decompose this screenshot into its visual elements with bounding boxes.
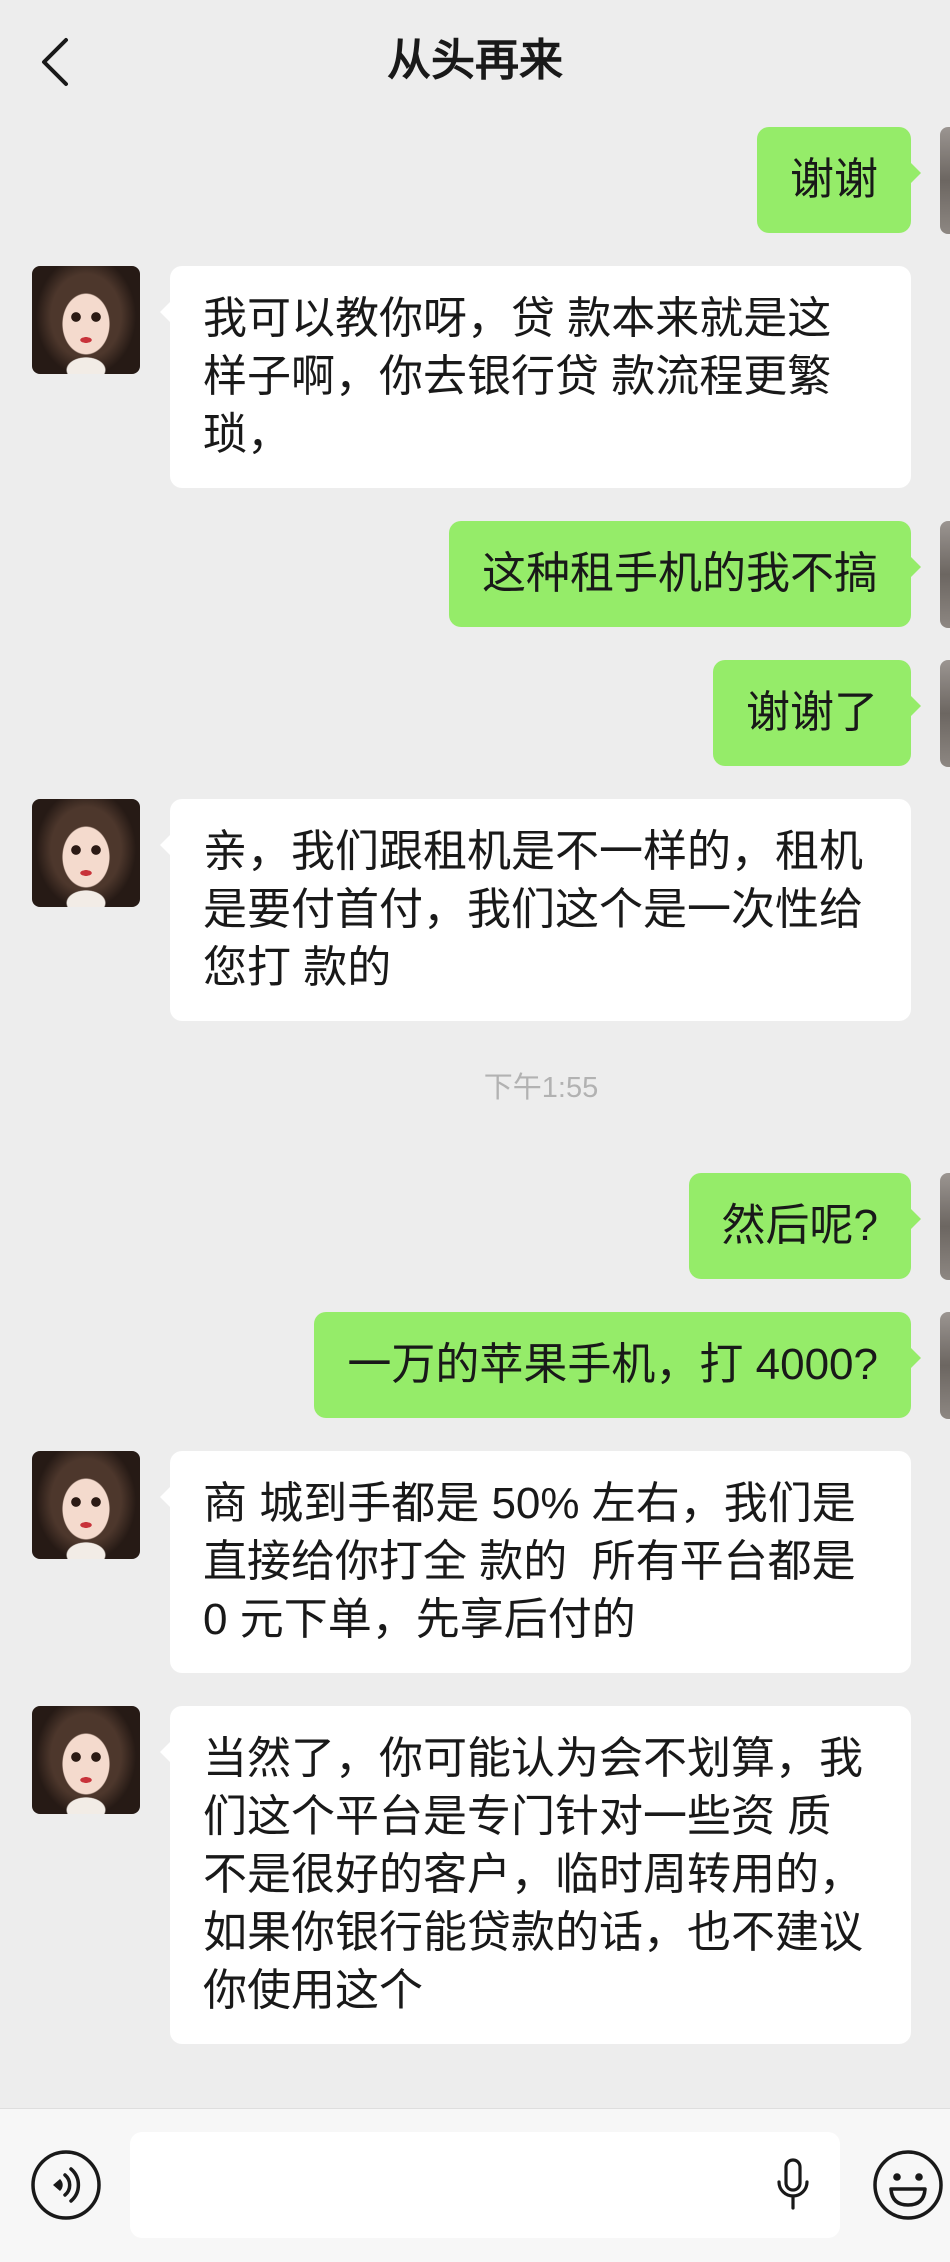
contact-avatar[interactable] [32, 1706, 140, 1814]
message-line: 亲，我们跟租机是不一样的，租机 [203, 827, 863, 876]
bubble-tail [911, 1209, 931, 1229]
message-line: 们这个平台是专门针对一些资 质 [203, 1792, 832, 1841]
message-line: 直接给你打全 款的 所有平台都是 [203, 1537, 856, 1586]
message-line: 这种租手机的我不搞 [482, 549, 878, 598]
message-row-outgoing: 然后呢? [0, 1173, 950, 1280]
message-line: 琐， [203, 410, 291, 459]
message-bubble[interactable]: 谢谢 [757, 127, 921, 233]
bubble-tail [150, 1742, 170, 1762]
input-bar [0, 2108, 950, 2262]
bubble-tail [150, 1487, 170, 1507]
message-line: 您打 款的 [203, 943, 392, 992]
my-avatar[interactable] [940, 1173, 950, 1280]
message-bubble[interactable]: 商 城到手都是 50% 左右，我们是 直接给你打全 款的 所有平台都是 0 元下… [160, 1451, 911, 1673]
message-bubble[interactable]: 当然了，你可能认为会不划算，我 们这个平台是专门针对一些资 质 不是很好的客户，… [160, 1706, 911, 2044]
emoji-button[interactable] [871, 2148, 945, 2222]
message-bubble[interactable]: 谢谢了 [713, 660, 921, 766]
message-line: 当然了，你可能认为会不划算，我 [203, 1734, 863, 1783]
message-row-incoming: 当然了，你可能认为会不划算，我 们这个平台是专门针对一些资 质 不是很好的客户，… [0, 1706, 950, 2044]
emoji-icon [873, 2150, 943, 2220]
chat-header: 从头再来 [0, 0, 950, 127]
message-input-container [130, 2132, 840, 2238]
message-row-outgoing: 这种租手机的我不搞 [0, 521, 950, 628]
message-row-outgoing: 谢谢了 [0, 660, 950, 767]
message-line: 谢谢 [790, 155, 878, 204]
message-line: 你使用这个 [203, 1966, 423, 2015]
message-line: 然后呢? [721, 1201, 878, 1250]
message-line: 样子啊，你去银行贷 款流程更繁 [203, 352, 832, 401]
contact-avatar[interactable] [32, 266, 140, 374]
message-row-outgoing: 一万的苹果手机，打 4000? [0, 1312, 950, 1419]
bubble-tail [150, 835, 170, 855]
microphone-icon [777, 2158, 809, 2210]
message-line: 我可以教你呀，贷 款本来就是这 [203, 294, 832, 343]
bubble-tail [911, 696, 931, 716]
message-line: 如果你银行能贷款的话，也不建议 [203, 1908, 863, 1957]
my-avatar[interactable] [940, 660, 950, 767]
message-row-outgoing: 谢谢 [0, 127, 950, 234]
message-line: 一万的苹果手机，打 4000? [347, 1340, 878, 1389]
my-avatar[interactable] [940, 1312, 950, 1419]
message-line: 商 城到手都是 50% 左右，我们是 [203, 1479, 856, 1528]
bubble-tail [150, 302, 170, 322]
message-row-incoming: 亲，我们跟租机是不一样的，租机 是要付首付，我们这个是一次性给 您打 款的 [0, 799, 950, 1021]
bubble-tail [911, 1348, 931, 1368]
message-line: 不是很好的客户，临时周转用的， [203, 1850, 863, 1899]
timestamp-divider: 下午1:55 [483, 1072, 599, 1104]
contact-avatar[interactable] [32, 799, 140, 907]
message-line: 0 元下单，先享后付的 [203, 1595, 636, 1644]
contact-avatar[interactable] [32, 1451, 140, 1559]
microphone-button[interactable] [775, 2158, 811, 2212]
bubble-tail [911, 163, 931, 183]
message-input[interactable] [130, 2132, 740, 2238]
voice-input-button[interactable] [29, 2148, 103, 2222]
message-bubble[interactable]: 一万的苹果手机，打 4000? [314, 1312, 921, 1418]
message-bubble[interactable]: 我可以教你呀，贷 款本来就是这 样子啊，你去银行贷 款流程更繁 琐， [160, 266, 911, 488]
voice-input-icon [31, 2150, 101, 2220]
message-line: 谢谢了 [746, 688, 878, 737]
my-avatar[interactable] [940, 127, 950, 234]
my-avatar[interactable] [940, 521, 950, 628]
message-row-incoming: 我可以教你呀，贷 款本来就是这 样子啊，你去银行贷 款流程更繁 琐， [0, 266, 950, 488]
message-row-incoming: 商 城到手都是 50% 左右，我们是 直接给你打全 款的 所有平台都是 0 元下… [0, 1451, 950, 1673]
message-bubble[interactable]: 这种租手机的我不搞 [449, 521, 921, 627]
chat-title: 从头再来 [387, 36, 563, 85]
message-bubble[interactable]: 然后呢? [688, 1173, 921, 1279]
bubble-tail [911, 557, 931, 577]
message-line: 是要付首付，我们这个是一次性给 [203, 885, 863, 934]
message-list[interactable]: 谢谢 我可以教你呀，贷 款本来就是这 样子啊，你去银行贷 款流程更繁 琐， 这种… [0, 127, 950, 2108]
message-bubble[interactable]: 亲，我们跟租机是不一样的，租机 是要付首付，我们这个是一次性给 您打 款的 [160, 799, 911, 1021]
